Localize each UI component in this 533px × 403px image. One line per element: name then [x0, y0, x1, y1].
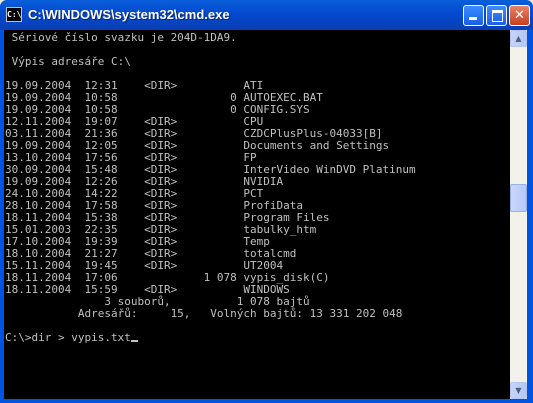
cmd-icon[interactable]: C:\: [6, 7, 22, 22]
cmd-window: C:\ C:\WINDOWS\system32\cmd.exe ✕ Sériov…: [0, 0, 533, 403]
close-button[interactable]: ✕: [509, 5, 530, 26]
maximize-button[interactable]: [486, 5, 507, 26]
window-title: C:\WINDOWS\system32\cmd.exe: [28, 7, 230, 22]
console-output[interactable]: Sériové číslo svazku je 204D-1DA9. Výpis…: [4, 30, 510, 399]
command-prompt: C:\>dir > vypis.txt: [5, 331, 131, 344]
scroll-thumb[interactable]: [510, 184, 527, 212]
prompt-line[interactable]: C:\>dir > vypis.txt: [5, 332, 138, 344]
console-line: Výpis adresáře C:\: [5, 55, 131, 68]
scroll-up-button[interactable]: ▲: [510, 30, 527, 47]
window-bottom-border: [0, 399, 533, 403]
vertical-scrollbar[interactable]: ▲ ▼: [510, 30, 527, 399]
title-bar[interactable]: C:\ C:\WINDOWS\system32\cmd.exe ✕: [0, 0, 533, 30]
minimize-icon: [469, 17, 477, 20]
scroll-down-button[interactable]: ▼: [510, 382, 527, 399]
window-right-border: [527, 30, 533, 403]
console-line: Sériové číslo svazku je 204D-1DA9.: [5, 31, 237, 44]
console-line: Adresářů: 15, Volných bajtů: 13 331 202 …: [5, 307, 403, 320]
text-cursor: [130, 340, 138, 342]
maximize-icon: [492, 10, 503, 22]
minimize-button[interactable]: [463, 5, 484, 26]
